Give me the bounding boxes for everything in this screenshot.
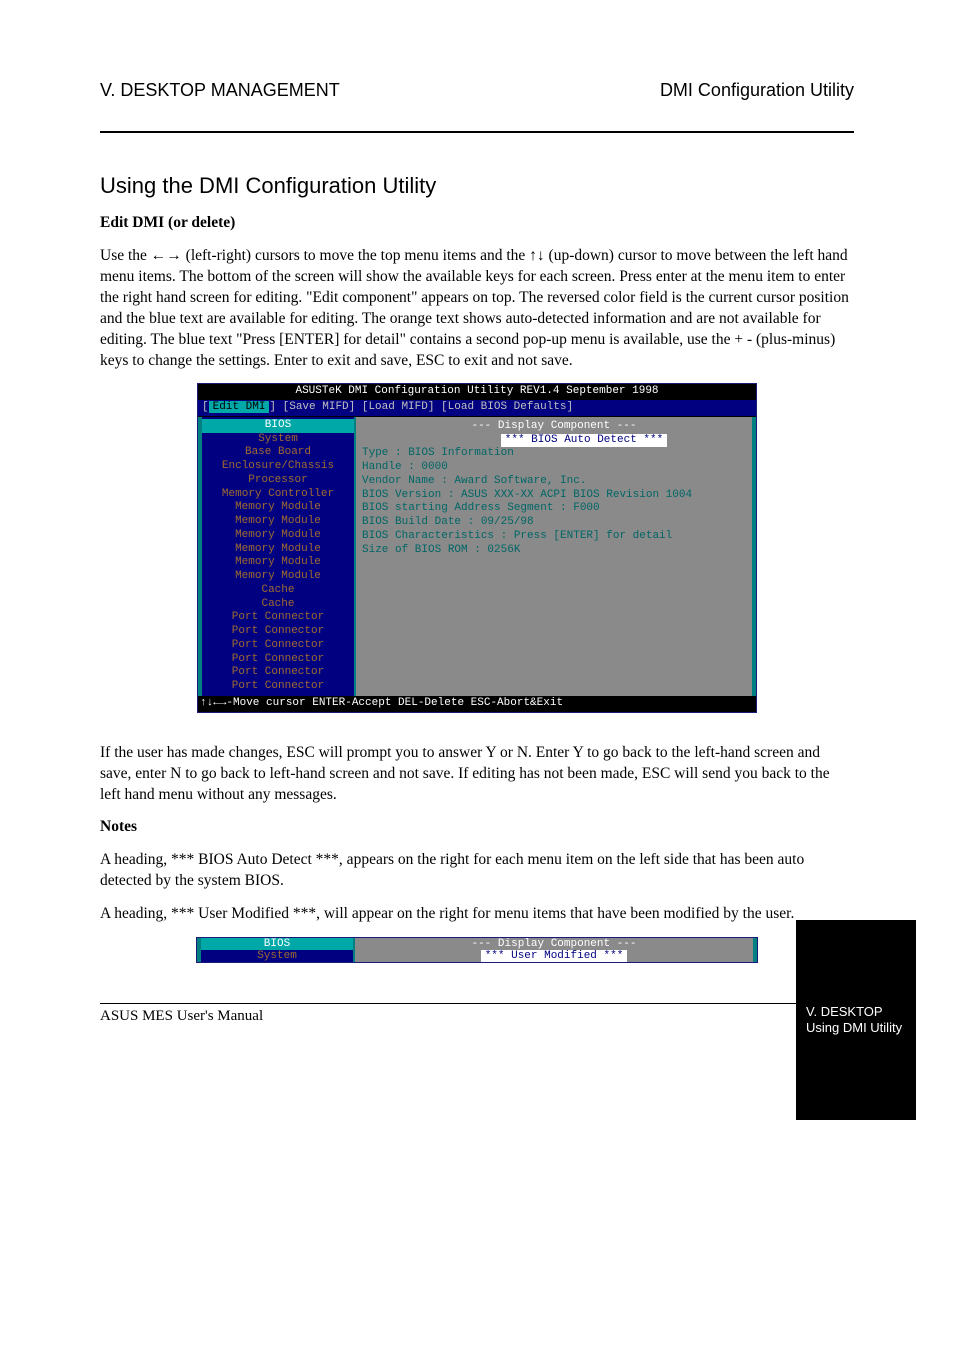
side-tab: V. DESKTOP Using DMI Utility [796, 920, 916, 1120]
list-item: Memory Module [202, 515, 354, 529]
footer-left: ASUS MES User's Manual [100, 1008, 263, 1025]
sidetab-line2: Using DMI Utility [806, 1020, 902, 1036]
info-line: Handle : 0000 [362, 461, 746, 475]
list-item: Port Connector [202, 653, 354, 667]
notes-text-2: A heading, *** User Modified ***, will a… [100, 904, 854, 925]
header-right: DMI Configuration Utility [660, 80, 854, 101]
list-item: Port Connector [202, 611, 354, 625]
header-left: V. DESKTOP MANAGEMENT [100, 80, 340, 101]
list-item: Processor [202, 474, 354, 488]
strip-left-sel: BIOS [201, 938, 353, 950]
list-item: Memory Module [202, 543, 354, 557]
list-item: Memory Module [202, 570, 354, 584]
bios-auto-detect-label: *** BIOS Auto Detect *** [501, 434, 667, 448]
list-item: Cache [202, 598, 354, 612]
notes-text-1: A heading, *** BIOS Auto Detect ***, app… [100, 850, 854, 892]
dos-title: ASUSTeK DMI Configuration Utility REV1.4… [198, 384, 756, 400]
info-line: BIOS Characteristics : Press [ENTER] for… [362, 530, 746, 544]
mid-paragraph: If the user has made changes, ESC will p… [100, 743, 854, 806]
list-item: Port Connector [202, 625, 354, 639]
display-component-title: --- Display Component --- [362, 420, 746, 434]
list-item: Memory Controller [202, 488, 354, 502]
list-item: Cache [202, 584, 354, 598]
notes-heading: Notes [100, 818, 137, 835]
list-item: Memory Module [202, 501, 354, 515]
list-item: BIOS [202, 419, 354, 433]
footer-rule [100, 1003, 854, 1004]
user-modified-strip: BIOS System --- Display Component --- **… [196, 937, 758, 963]
list-item: Port Connector [202, 680, 354, 694]
sidetab-line1: V. DESKTOP [806, 1004, 883, 1020]
intro-heading: Edit DMI (or delete) [100, 214, 235, 231]
section-title: Using the DMI Configuration Utility [100, 173, 854, 199]
strip-right-title: --- Display Component --- [359, 938, 749, 950]
strip-left-dim: System [201, 950, 353, 962]
info-line: Vendor Name : Award Software, Inc. [362, 475, 746, 489]
intro-text: Use the ←→ (left-right) cursors to move … [100, 246, 854, 372]
info-line: Type : BIOS Information [362, 447, 746, 461]
dos-menubar: [Edit DMI] [Save MIFD] [Load MIFD] [Load… [198, 400, 756, 416]
info-line: BIOS Build Date : 09/25/98 [362, 516, 746, 530]
menu-edit-dmi: Edit DMI [209, 401, 270, 413]
list-item: Memory Module [202, 556, 354, 570]
list-item: Enclosure/Chassis [202, 460, 354, 474]
list-item: Memory Module [202, 529, 354, 543]
dos-footer: ↑↓←→-Move cursor ENTER-Accept DEL-Delete… [198, 696, 756, 712]
dmi-screenshot: ASUSTeK DMI Configuration Utility REV1.4… [197, 383, 757, 712]
info-line: BIOS Version : ASUS XXX-XX ACPI BIOS Rev… [362, 489, 746, 503]
list-item: Port Connector [202, 639, 354, 653]
dos-right-panel: --- Display Component --- *** BIOS Auto … [356, 417, 756, 696]
dos-left-list: BIOS System Base Board Enclosure/Chassis… [198, 417, 356, 696]
list-item: Base Board [202, 446, 354, 460]
info-line: BIOS starting Address Segment : F000 [362, 502, 746, 516]
list-item: System [202, 433, 354, 447]
list-item: Port Connector [202, 666, 354, 680]
info-line: Size of BIOS ROM : 0256K [362, 544, 746, 558]
header-rule [100, 131, 854, 133]
user-modified-label: *** User Modified *** [481, 950, 628, 962]
